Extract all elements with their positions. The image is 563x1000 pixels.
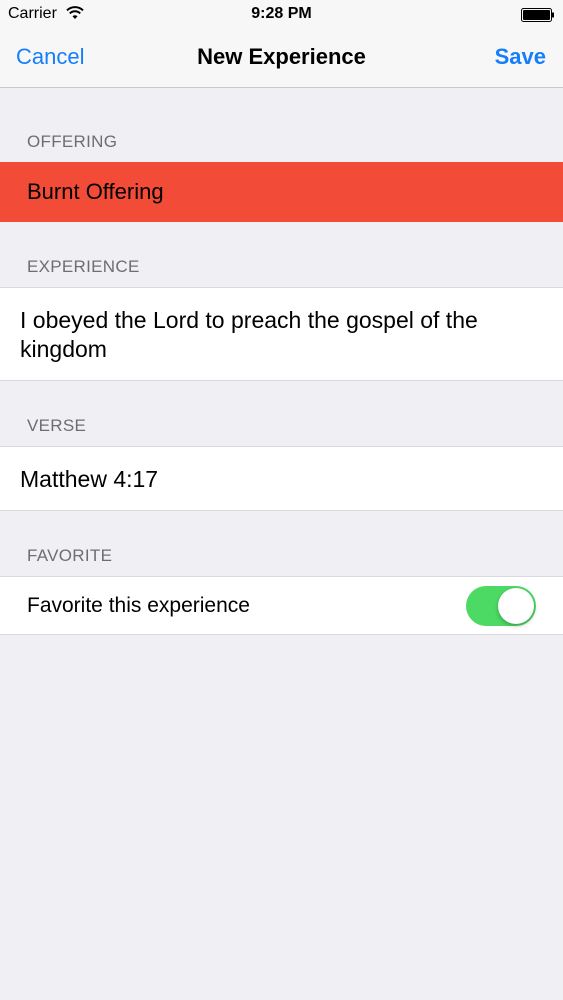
experience-field[interactable]: I obeyed the Lord to preach the gospel o… [0, 287, 563, 381]
verse-field[interactable]: Matthew 4:17 [0, 446, 563, 511]
offering-cell[interactable]: Burnt Offering [0, 162, 563, 222]
battery-icon [521, 8, 554, 22]
offering-value: Burnt Offering [27, 179, 164, 204]
verse-text[interactable]: Matthew 4:17 [20, 466, 158, 493]
section-header-offering: OFFERING [27, 132, 118, 151]
navigation-bar: Cancel New Experience Save [0, 30, 563, 88]
section-header-experience: EXPERIENCE [27, 257, 140, 276]
status-bar: Carrier 9:28 PM [0, 0, 563, 30]
toggle-knob [498, 588, 534, 624]
save-button[interactable]: Save [495, 44, 546, 70]
status-time: 9:28 PM [251, 5, 312, 22]
favorite-label: Favorite this experience [27, 594, 250, 617]
experience-text[interactable]: I obeyed the Lord to preach the gospel o… [20, 306, 540, 364]
favorite-cell: Favorite this experience [0, 576, 563, 635]
cancel-button[interactable]: Cancel [16, 44, 84, 70]
section-header-favorite: FAVORITE [27, 546, 113, 565]
section-header-verse: VERSE [27, 416, 87, 435]
favorite-toggle[interactable] [466, 586, 536, 626]
